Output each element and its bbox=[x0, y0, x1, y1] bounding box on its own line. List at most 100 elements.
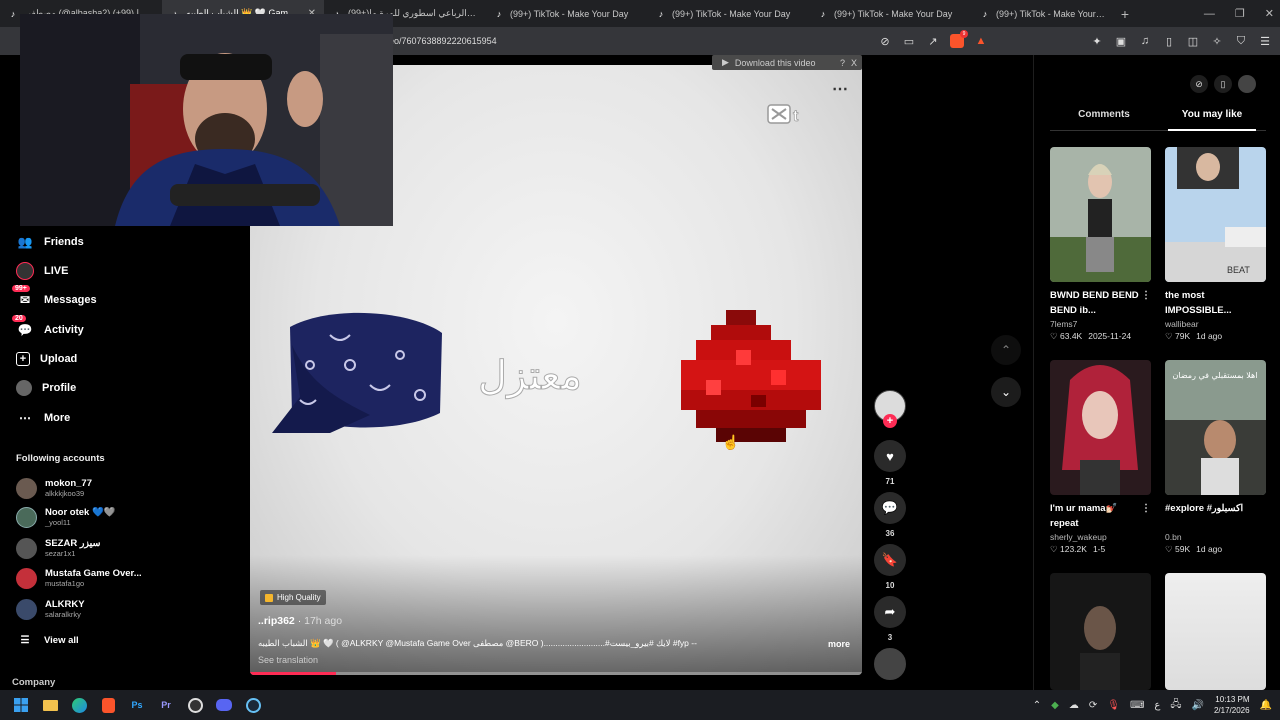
sidebar-item-messages[interactable]: ✉ 99+ Messages bbox=[12, 285, 97, 310]
recommended-video-card[interactable] bbox=[1050, 573, 1151, 690]
tab-you-may-like[interactable]: You may like bbox=[1158, 109, 1266, 131]
compass-icon[interactable]: ⊘ bbox=[1190, 75, 1208, 93]
recommended-video-card[interactable]: اهلا بمستقبلي في رمضان #explore #اكسبلور… bbox=[1165, 360, 1266, 555]
show-hidden-icons[interactable]: ⌃ bbox=[1033, 700, 1041, 711]
minimize-icon[interactable]: — bbox=[1204, 8, 1215, 20]
brave-icon[interactable] bbox=[95, 692, 121, 718]
list-icon: ☰ bbox=[20, 634, 30, 646]
help-icon[interactable]: ? bbox=[840, 58, 845, 68]
media-mute-icon[interactable]: ⊘ bbox=[878, 34, 892, 48]
tab-comments[interactable]: Comments bbox=[1050, 109, 1158, 130]
card-author[interactable]: 7lems7 bbox=[1050, 319, 1151, 329]
tab-search-icon[interactable]: ▣ bbox=[1114, 34, 1128, 48]
browser-tab[interactable]: ♪ (99+) TikTok - Make Your Day bbox=[972, 0, 1114, 27]
card-author[interactable]: wallibear bbox=[1165, 319, 1266, 329]
browser-extension-icons: ✦ ▣ ♫ ▯ ◫ ✧ ⛉ ☰ bbox=[1090, 31, 1272, 51]
save-button[interactable]: 🔖 bbox=[874, 544, 906, 576]
onedrive-icon[interactable]: ☁ bbox=[1069, 700, 1079, 711]
video-more-icon[interactable]: ⋯ bbox=[832, 79, 848, 99]
recommended-video-card[interactable]: I'm ur mama💅🏻 repeat #شرائق_الكدية ⋮ sher… bbox=[1050, 360, 1151, 555]
menu-icon[interactable]: ☰ bbox=[1258, 34, 1272, 48]
sidebar-item-activity[interactable]: 💬 20 Activity bbox=[12, 315, 84, 340]
video-progress-bar[interactable] bbox=[250, 672, 862, 675]
browser-tab[interactable]: ♪ (99+) TikTok - Make Your Day bbox=[648, 0, 810, 27]
edge-icon[interactable] bbox=[66, 692, 92, 718]
caption-more-button[interactable]: more bbox=[828, 639, 850, 649]
sync-icon[interactable]: ⟳ bbox=[1089, 700, 1097, 711]
see-translation-link[interactable]: See translation bbox=[258, 655, 318, 665]
obs-icon[interactable] bbox=[182, 692, 208, 718]
card-author[interactable]: sherly_wakeup bbox=[1050, 532, 1151, 542]
previous-video-button[interactable]: ⌃ bbox=[991, 335, 1021, 365]
right-panel-top-icons: ⊘ ▯ bbox=[1190, 75, 1256, 93]
heart-outline-icon: ♡ bbox=[1050, 331, 1058, 341]
mobile-icon[interactable]: ▯ bbox=[1214, 75, 1232, 93]
next-video-button[interactable]: ⌄ bbox=[991, 377, 1021, 407]
sidebar-item-live[interactable]: LIVE bbox=[16, 261, 68, 281]
download-video-button[interactable]: ▶ Download this video? X bbox=[712, 55, 862, 70]
premiere-icon[interactable]: Pr bbox=[153, 692, 179, 718]
address-bar[interactable]: deo/7607638892220615954 bbox=[384, 31, 794, 51]
following-account[interactable]: mokon_77 alkkkjkoo39 bbox=[16, 476, 92, 500]
card-likes: 63.4K bbox=[1060, 331, 1083, 341]
video-time-ago: 17h ago bbox=[304, 615, 343, 627]
video-thumbnail bbox=[1050, 360, 1151, 495]
vpn-icon[interactable]: ⛉ bbox=[1234, 34, 1248, 48]
following-account[interactable]: SEZAR سيزر sezar1x1 bbox=[16, 536, 101, 560]
recommended-video-card[interactable]: BEAT the most IMPOSSIBLE... wallibear ♡ … bbox=[1165, 147, 1266, 342]
card-menu-icon[interactable]: ⋮ bbox=[1141, 288, 1151, 303]
comment-button[interactable]: 💬 bbox=[874, 492, 906, 524]
like-button[interactable]: ♥ bbox=[874, 440, 906, 472]
taskbar-clock[interactable]: 10:13 PM 2/17/2026 bbox=[1214, 694, 1250, 716]
wallet-icon[interactable]: ◫ bbox=[1186, 34, 1200, 48]
activity-icon: 💬 20 bbox=[12, 315, 34, 339]
sidebar-item-friends[interactable]: 👥 Friends bbox=[16, 232, 84, 252]
brave-shields-icon[interactable]: 9 bbox=[950, 30, 968, 48]
music-icon[interactable]: ♫ bbox=[1138, 34, 1152, 48]
notifications-icon[interactable]: 🔔 bbox=[1260, 700, 1272, 711]
extensions-icon[interactable]: ✦ bbox=[1090, 34, 1104, 48]
video-thumbnail bbox=[1050, 573, 1151, 690]
recommended-video-card[interactable]: BWND BEND BEND BEND ib... ⋮ 7lems7 ♡ 63.4… bbox=[1050, 147, 1151, 342]
video-author[interactable]: ..rip362 bbox=[258, 615, 295, 627]
close-download-icon[interactable]: X bbox=[851, 58, 857, 68]
volume-icon[interactable]: 🔊 bbox=[1192, 700, 1204, 711]
browser-tab[interactable]: ♪ (99+) TikTok - Make Your Day bbox=[810, 0, 972, 27]
card-author[interactable]: 0.bn bbox=[1165, 532, 1266, 542]
file-explorer-icon[interactable] bbox=[37, 692, 63, 718]
maximize-icon[interactable]: ❐ bbox=[1235, 7, 1245, 20]
following-account[interactable]: Noor otek 💙🩶 _yool11 bbox=[16, 505, 116, 529]
share-icon[interactable]: ↗ bbox=[926, 34, 940, 48]
new-tab-button[interactable]: + bbox=[1114, 6, 1136, 22]
photoshop-icon[interactable]: Ps bbox=[124, 692, 150, 718]
sidebar-item-more[interactable]: ⋯ More bbox=[16, 408, 70, 428]
clock-time: 10:13 PM bbox=[1215, 695, 1250, 704]
discord-icon[interactable] bbox=[211, 692, 237, 718]
brave-rewards-icon[interactable]: ▲ bbox=[974, 34, 988, 48]
view-all-following[interactable]: ☰ View all bbox=[16, 630, 79, 650]
sidebar-item-profile[interactable]: Profile bbox=[16, 378, 76, 398]
recommended-video-card[interactable] bbox=[1165, 573, 1266, 690]
tray-app-icon[interactable]: ◆ bbox=[1051, 700, 1059, 711]
keyboard-icon[interactable]: ⌨ bbox=[1130, 700, 1144, 711]
microphone-icon[interactable]: 🎙 bbox=[1107, 700, 1120, 711]
steam-icon[interactable] bbox=[240, 692, 266, 718]
following-account[interactable]: ALKRKY salaralkrky bbox=[16, 597, 85, 621]
card-menu-icon[interactable]: ⋮ bbox=[1141, 501, 1151, 516]
user-avatar[interactable] bbox=[1238, 75, 1256, 93]
input-language[interactable]: ع bbox=[1154, 700, 1160, 711]
network-icon[interactable]: 🖧 bbox=[1170, 697, 1181, 714]
follow-plus-icon[interactable]: + bbox=[883, 414, 897, 428]
sound-avatar[interactable] bbox=[874, 648, 906, 680]
sidebar-icon[interactable]: ▯ bbox=[1162, 34, 1176, 48]
close-window-icon[interactable]: ✕ bbox=[1265, 7, 1274, 20]
cast-icon[interactable]: ▭ bbox=[902, 34, 916, 48]
ai-icon[interactable]: ✧ bbox=[1210, 34, 1224, 48]
sidebar-item-upload[interactable]: + Upload bbox=[16, 349, 77, 369]
tiktok-icon: ♪ bbox=[820, 8, 826, 19]
windows-icon[interactable] bbox=[8, 692, 34, 718]
browser-tab[interactable]: ♪ (99+) TikTok - Make Your Day bbox=[486, 0, 648, 27]
company-link[interactable]: Company bbox=[12, 677, 55, 688]
following-account[interactable]: Mustafa Game Over... mustafa1go bbox=[16, 566, 142, 590]
share-button[interactable]: ➦ bbox=[874, 596, 906, 628]
